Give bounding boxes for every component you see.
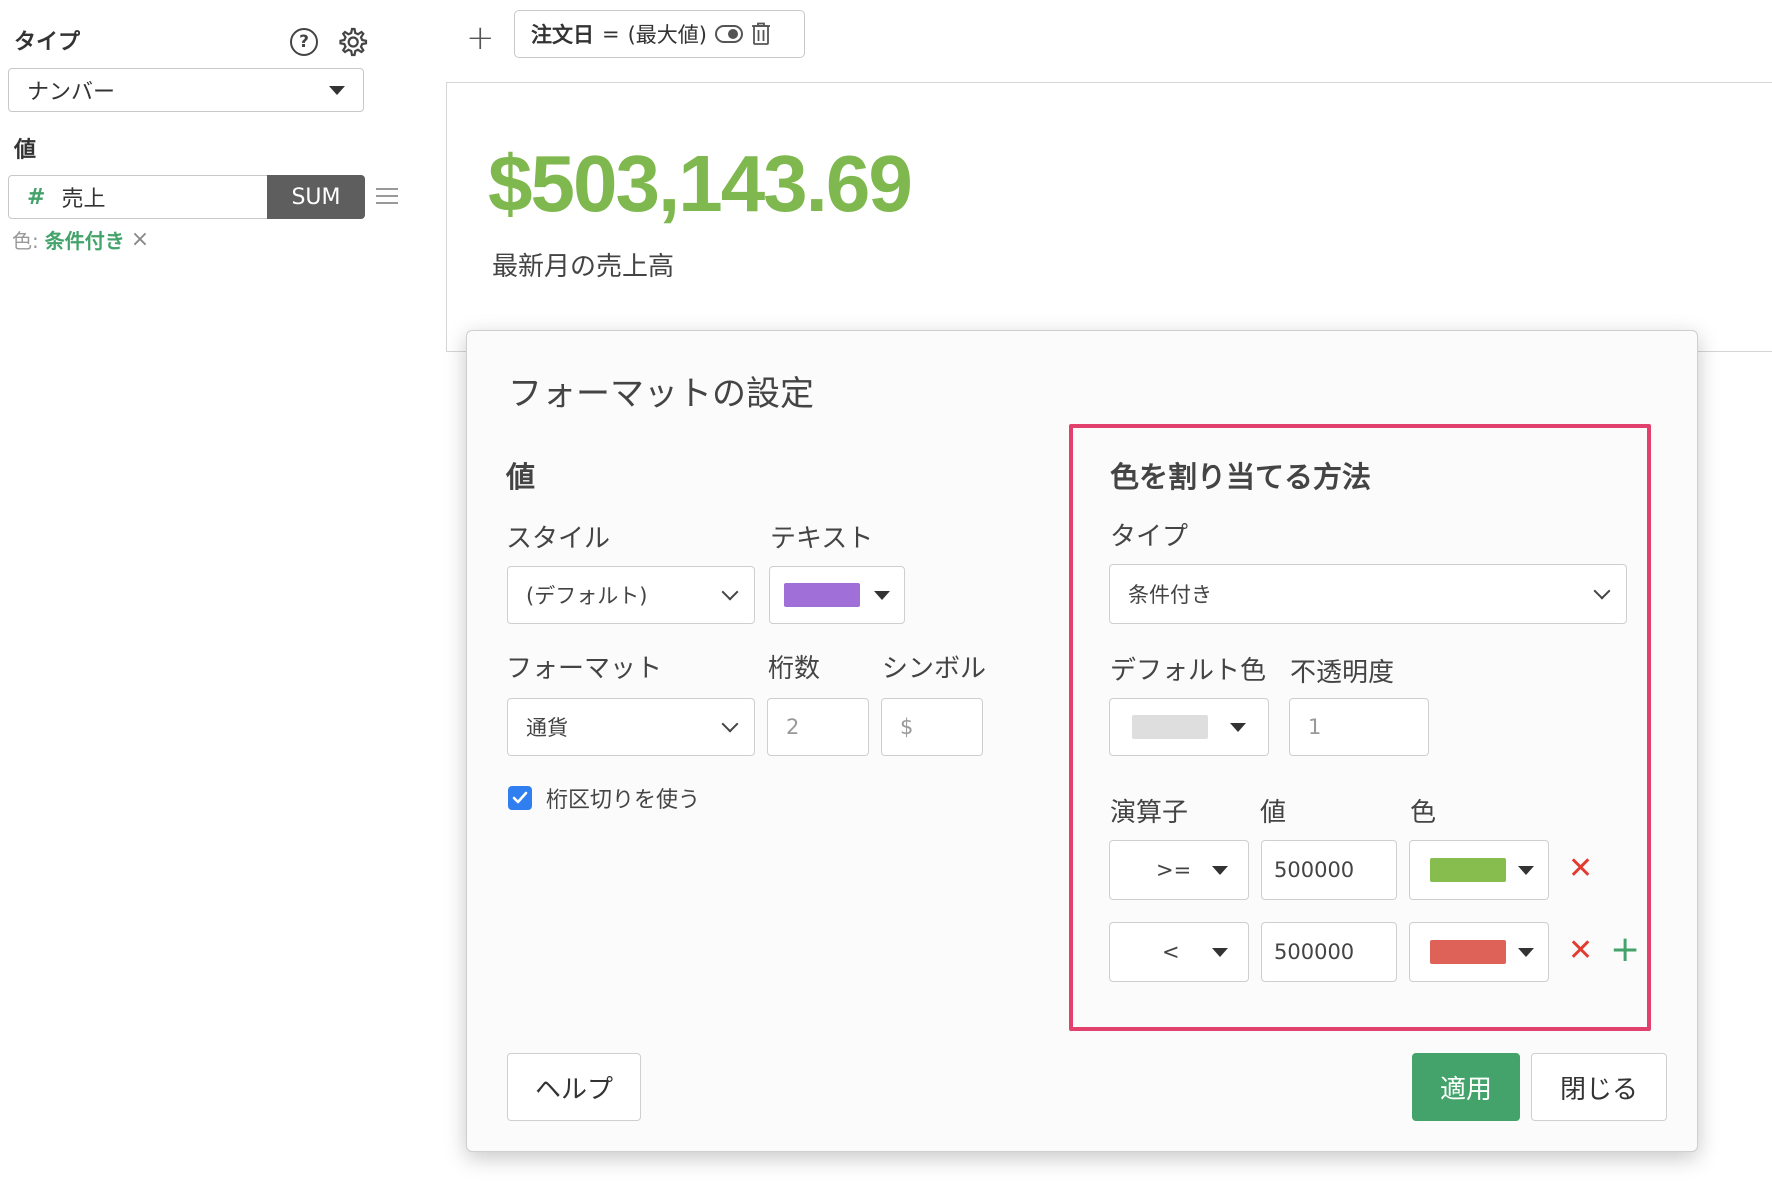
value-section-heading: 値	[506, 460, 536, 494]
style-label: スタイル	[506, 524, 611, 554]
help-button-label: ヘルプ	[534, 1074, 613, 1105]
number-caption: 最新月の売上高	[492, 252, 675, 282]
rule-value: 500000	[1274, 858, 1355, 882]
help-icon-glyph: ?	[299, 32, 309, 52]
operator-column-label: 演算子	[1110, 798, 1189, 828]
format-select-value: 通貨	[526, 716, 568, 740]
style-select[interactable]: (デフォルト)	[507, 566, 755, 624]
format-select[interactable]: 通貨	[507, 698, 755, 756]
chart-type-value: ナンバー	[27, 80, 116, 105]
symbol-label: シンボル	[882, 654, 987, 684]
help-icon[interactable]: ?	[290, 28, 318, 56]
caret-down-icon	[1212, 947, 1228, 957]
color-column-label: 色	[1410, 798, 1437, 828]
type-label: タイプ	[14, 30, 81, 55]
close-button-label: 閉じる	[1559, 1074, 1638, 1105]
color-type-select[interactable]: 条件付き	[1109, 564, 1627, 624]
value-label: 値	[14, 138, 37, 163]
number-type-icon: #	[27, 184, 46, 210]
value-field[interactable]: # 売上	[8, 175, 268, 219]
rule-color-swatch	[1430, 858, 1506, 882]
apply-button[interactable]: 適用	[1412, 1053, 1520, 1121]
aggregate-button[interactable]: SUM	[267, 175, 365, 219]
rule-color-picker[interactable]	[1409, 922, 1549, 982]
add-filter-button[interactable]: +	[466, 18, 495, 58]
text-color-swatch	[784, 583, 860, 607]
filter-name: 注文日	[531, 23, 594, 47]
caret-down-icon	[329, 85, 345, 95]
caret-down-icon	[874, 590, 890, 600]
digits-placeholder: 2	[786, 715, 800, 739]
format-label: フォーマット	[506, 654, 663, 684]
rule-color-swatch	[1430, 940, 1506, 964]
value-field-name: 売上	[61, 187, 106, 212]
apply-button-label: 適用	[1439, 1074, 1492, 1105]
default-color-picker[interactable]	[1109, 698, 1269, 756]
rule-operator-value: >=	[1156, 858, 1192, 882]
filter-value: (最大値)	[627, 23, 707, 47]
aggregate-label: SUM	[291, 184, 341, 210]
rule-operator-select[interactable]: <	[1109, 922, 1249, 982]
rule-value-input[interactable]: 500000	[1261, 922, 1397, 982]
separator-label: 桁区切りを使う	[546, 788, 701, 813]
menu-icon[interactable]	[376, 186, 398, 206]
gear-icon[interactable]	[336, 26, 368, 58]
separator-checkbox[interactable]	[508, 786, 532, 810]
caret-down-icon	[1230, 722, 1246, 732]
symbol-placeholder: $	[900, 715, 914, 739]
default-color-label: デフォルト色	[1110, 656, 1267, 686]
close-button[interactable]: 閉じる	[1531, 1053, 1667, 1121]
rule-operator-value: <	[1162, 940, 1180, 964]
opacity-placeholder: 1	[1308, 715, 1322, 739]
color-section-heading: 色を割り当てる方法	[1110, 460, 1372, 494]
dialog-title: フォーマットの設定	[508, 374, 814, 414]
chevron-down-icon	[721, 583, 739, 601]
color-type-label: タイプ	[1110, 522, 1189, 552]
opacity-input[interactable]: 1	[1289, 698, 1429, 756]
color-setting-label: 色:	[12, 229, 39, 253]
add-rule-icon[interactable]: +	[1610, 932, 1640, 968]
caret-down-icon	[1518, 947, 1534, 957]
rule-value-input[interactable]: 500000	[1261, 840, 1397, 900]
caret-down-icon	[1518, 865, 1534, 875]
default-color-swatch	[1132, 715, 1208, 739]
symbol-input[interactable]: $	[881, 698, 983, 756]
chevron-down-icon	[1593, 582, 1611, 600]
digits-input[interactable]: 2	[767, 698, 869, 756]
toggle-icon[interactable]	[715, 25, 743, 43]
value-column-label: 値	[1260, 798, 1287, 828]
separator-option[interactable]: 桁区切りを使う	[508, 782, 700, 814]
rule-operator-select[interactable]: >=	[1109, 840, 1249, 900]
text-label: テキスト	[770, 524, 874, 554]
rule-color-picker[interactable]	[1409, 840, 1549, 900]
text-color-picker[interactable]	[769, 566, 905, 624]
color-type-value: 条件付き	[1128, 583, 1212, 607]
remove-rule-icon[interactable]: ✕	[1568, 854, 1593, 884]
caret-down-icon	[1212, 865, 1228, 875]
filter-operator: =	[602, 22, 620, 46]
chevron-down-icon	[721, 715, 739, 733]
trash-icon[interactable]	[751, 22, 771, 46]
color-setting-row: 色: 条件付き ×	[12, 225, 149, 254]
filter-chip[interactable]: 注文日 = (最大値)	[514, 10, 805, 58]
remove-rule-icon[interactable]: ✕	[1568, 936, 1593, 966]
chart-type-select[interactable]: ナンバー	[8, 68, 364, 112]
help-button[interactable]: ヘルプ	[507, 1053, 641, 1121]
digits-label: 桁数	[768, 654, 821, 684]
opacity-label: 不透明度	[1290, 658, 1395, 688]
number-value: $503,143.69	[488, 139, 913, 228]
remove-color-icon[interactable]: ×	[131, 227, 149, 252]
rule-value: 500000	[1274, 940, 1355, 964]
color-setting-value[interactable]: 条件付き	[45, 225, 125, 254]
style-select-value: (デフォルト)	[526, 584, 648, 608]
